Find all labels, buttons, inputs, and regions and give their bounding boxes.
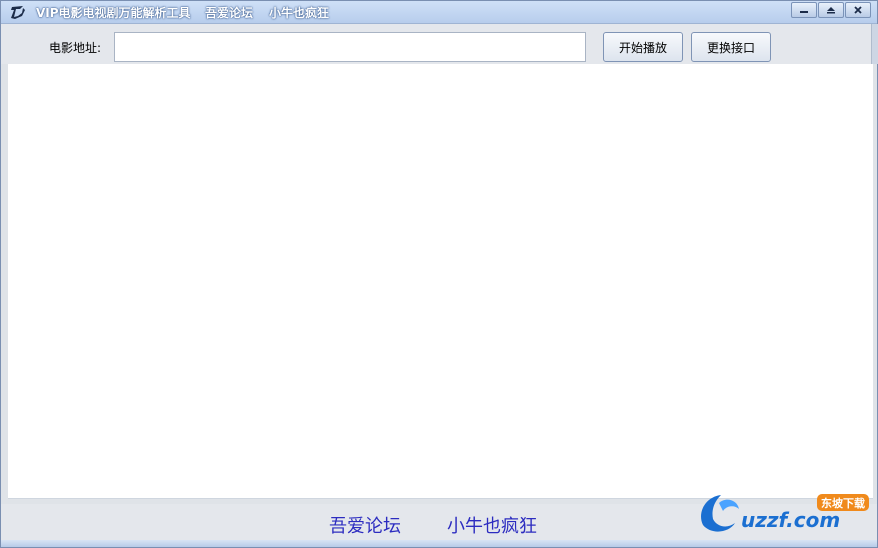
- window-title: VIP电影电视剧万能解析工具: [36, 6, 191, 20]
- switch-interface-button[interactable]: 更换接口: [691, 32, 771, 62]
- video-player-area[interactable]: [8, 64, 873, 499]
- footer-link-author[interactable]: 小牛也疯狂: [447, 512, 537, 538]
- maximize-icon: [827, 7, 835, 14]
- app-window: VIP电影电视剧万能解析工具 吾爱论坛 小牛也疯狂 电影地址: 开始播放 更换接…: [0, 0, 878, 548]
- scrollbar-strip[interactable]: [871, 24, 878, 64]
- title-link-author[interactable]: 小牛也疯狂: [269, 4, 329, 21]
- watermark-brand: uzzf.com: [741, 508, 840, 532]
- minimize-button[interactable]: [791, 2, 817, 18]
- watermark-badge: 东坡下载: [821, 496, 865, 510]
- url-label: 电影地址:: [49, 41, 102, 55]
- title-bar[interactable]: VIP电影电视剧万能解析工具 吾爱论坛 小牛也疯狂: [1, 1, 877, 24]
- window-bottom-border: [1, 540, 877, 547]
- close-icon: [854, 6, 862, 14]
- minimize-icon: [800, 11, 808, 13]
- uzzf-watermark-logo: uzzf.com 东坡下载: [701, 494, 869, 532]
- play-button[interactable]: 开始播放: [603, 32, 683, 62]
- window-controls: [790, 2, 871, 18]
- title-link-52pojie[interactable]: 吾爱论坛: [205, 4, 253, 21]
- close-button[interactable]: [845, 2, 871, 18]
- toolbar: 电影地址: 开始播放 更换接口: [1, 24, 877, 64]
- url-input[interactable]: [114, 32, 586, 62]
- maximize-button[interactable]: [818, 2, 844, 18]
- footer-link-52pojie[interactable]: 吾爱论坛: [329, 512, 401, 538]
- app-logo-icon: [11, 6, 25, 19]
